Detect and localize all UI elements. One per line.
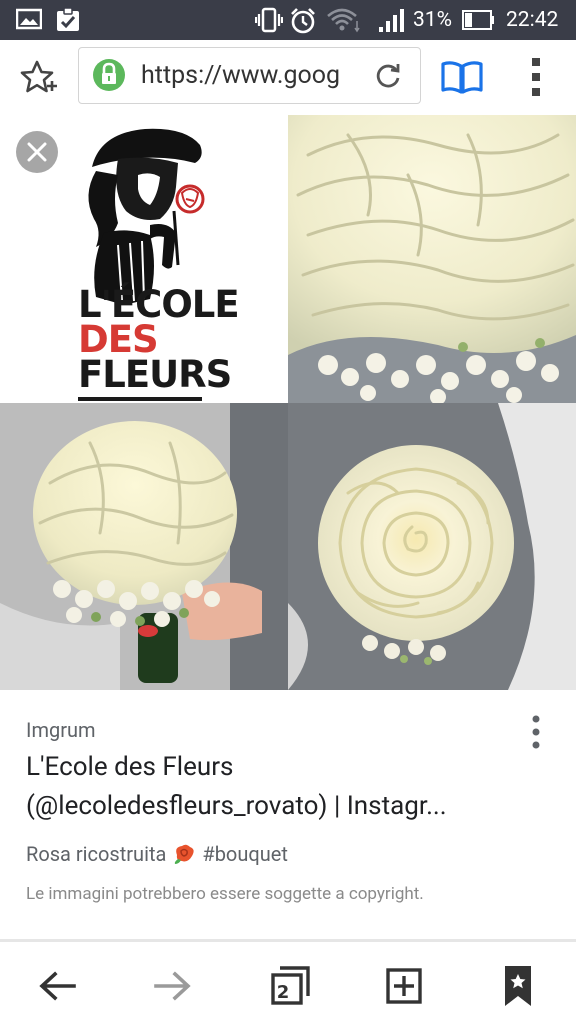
tab-count: 2 bbox=[276, 982, 290, 1003]
url-field[interactable]: https://www.goog bbox=[78, 47, 421, 104]
bookmark-star-icon[interactable] bbox=[20, 59, 58, 101]
gallery-icon bbox=[15, 7, 43, 35]
bouquet-photo bbox=[0, 403, 288, 690]
rose-emoji-icon bbox=[172, 843, 196, 865]
logo-line-1: L'ÉCOLE bbox=[78, 283, 240, 326]
battery-icon bbox=[462, 10, 496, 34]
browser-toolbar: https://www.goog bbox=[0, 40, 576, 115]
wifi-icon bbox=[326, 7, 360, 37]
url-text: https://www.goog bbox=[141, 61, 341, 90]
rose-top-photo bbox=[288, 115, 576, 403]
logo-line-2: DES bbox=[78, 318, 159, 361]
signal-icon bbox=[378, 7, 408, 37]
vibrate-icon bbox=[254, 7, 284, 37]
new-tab-icon[interactable] bbox=[380, 962, 428, 1010]
logo-line-3: FLEURS bbox=[78, 353, 232, 396]
description-tag[interactable]: #bouquet bbox=[202, 842, 288, 866]
task-done-icon bbox=[55, 7, 81, 37]
clock-time: 22:42 bbox=[506, 8, 559, 32]
reload-icon[interactable] bbox=[373, 61, 403, 95]
rose-closeup-photo bbox=[288, 403, 576, 690]
image-preview[interactable]: L'ÉCOLE DES FLEURS bbox=[0, 115, 576, 690]
lock-icon bbox=[93, 59, 125, 91]
result-title-line-1[interactable]: L'Ecole des Fleurs bbox=[26, 752, 526, 782]
result-description: Rosa ricostruita #bouquet bbox=[26, 842, 288, 866]
back-arrow-icon[interactable] bbox=[34, 962, 82, 1010]
overflow-menu-icon[interactable] bbox=[526, 56, 546, 102]
reader-mode-icon[interactable] bbox=[440, 59, 484, 99]
result-title-line-2[interactable]: (@lecoledesfleurs_rovato) | Instagr... bbox=[26, 791, 526, 821]
alarm-icon bbox=[289, 7, 317, 39]
school-logo: L'ÉCOLE DES FLEURS bbox=[78, 283, 240, 401]
result-source[interactable]: Imgrum bbox=[26, 718, 96, 742]
description-text: Rosa ricostruita bbox=[26, 842, 167, 866]
forward-arrow-icon[interactable] bbox=[148, 962, 196, 1010]
close-preview-button[interactable] bbox=[16, 131, 58, 173]
status-bar: 31% 22:42 bbox=[0, 0, 576, 40]
bookmark-icon[interactable] bbox=[494, 962, 542, 1010]
battery-percent: 31% bbox=[413, 8, 452, 32]
close-icon bbox=[27, 142, 47, 166]
logo-underline bbox=[78, 397, 202, 401]
more-options-icon[interactable] bbox=[520, 714, 552, 750]
copyright-notice: Le immagini potrebbero essere soggette a… bbox=[26, 884, 424, 904]
